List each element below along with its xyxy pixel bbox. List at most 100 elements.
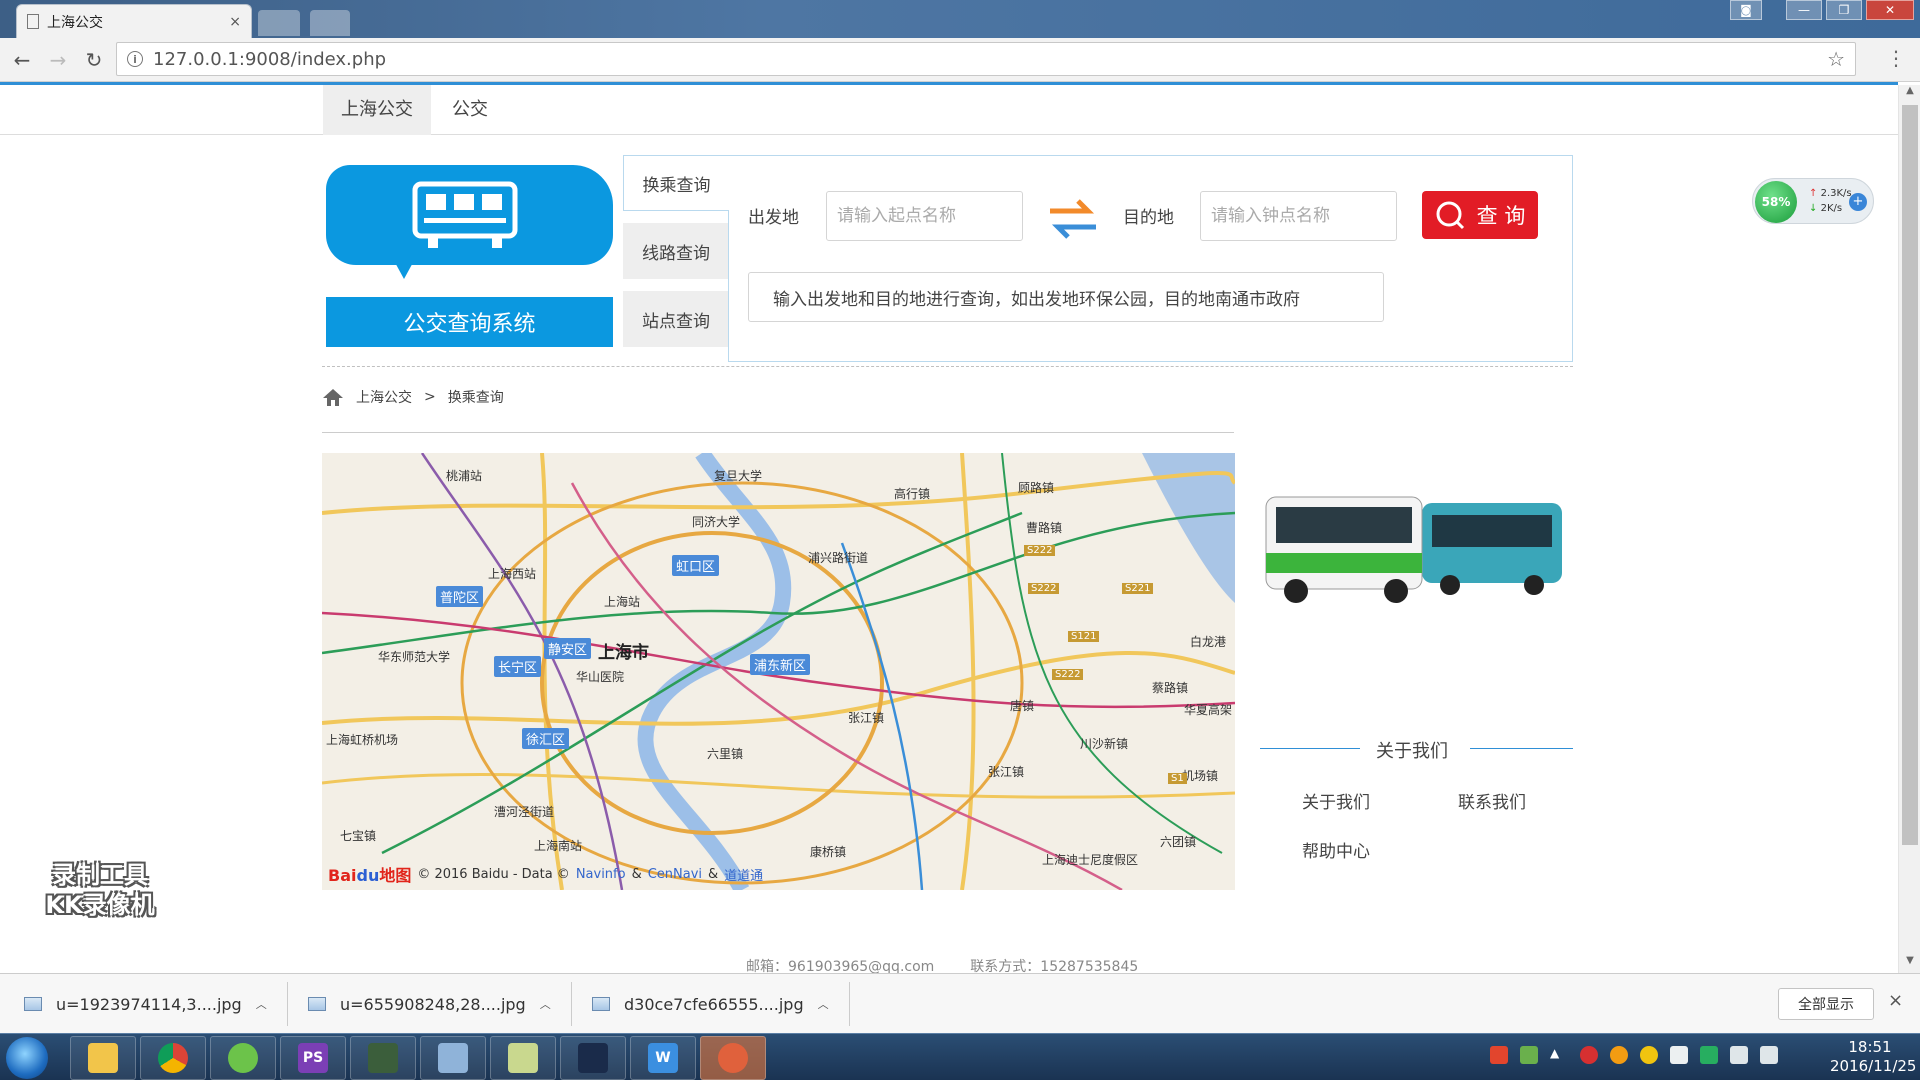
map-place: 上海南站 [534,839,583,853]
contact-us-link[interactable]: 联系我们 [1458,788,1526,813]
about-title: 关于我们 [1376,741,1448,762]
security-icon[interactable] [1580,1046,1598,1064]
explorer-taskbar-icon[interactable] [70,1036,136,1080]
control-panel-taskbar-icon[interactable] [420,1036,486,1080]
map-district: 虹口区 [672,555,720,576]
start-button[interactable] [6,1037,48,1079]
tab-route-query[interactable]: 线路查询 [623,223,729,279]
phpstorm-taskbar-icon[interactable]: PS [280,1036,346,1080]
about-us-link[interactable]: 关于我们 [1302,788,1370,813]
baidu-map-logo[interactable]: Baidu地图 [328,862,411,886]
chevron-up-icon[interactable]: ︿ [818,996,829,1012]
home-icon[interactable] [322,387,344,407]
chevron-up-icon[interactable]: ︿ [540,996,551,1012]
chrome-menu-icon[interactable]: ⋮ [1886,46,1906,70]
download-bar: u=1923974114,3....jpg ︿ u=655908248,28..… [0,973,1920,1033]
recorder-taskbar-icon[interactable] [700,1036,766,1080]
breadcrumb-home[interactable]: 上海公交 [356,387,412,407]
tab-station-query[interactable]: 站点查询 [623,291,729,347]
map-place: 同济大学 [692,515,741,529]
page-scrollbar[interactable]: ▲ ▼ [1898,85,1920,973]
baidu-map[interactable]: 上海市 虹口区 普陀区 静安区 长宁区 浦东新区 徐汇区 桃浦站 复旦大学 同济… [322,453,1235,890]
map-place: 川沙新镇 [1080,737,1129,751]
reload-icon[interactable]: ↻ [76,42,112,78]
maximize-button[interactable]: ❐ [1826,0,1862,20]
map-provider-link[interactable]: CenNavi [648,867,702,882]
bookmark-star-icon[interactable]: ☆ [1827,47,1845,71]
map-district: 普陀区 [436,586,484,607]
browser-tab[interactable]: 上海公交 × [16,4,252,38]
helper-icon[interactable] [1640,1046,1658,1064]
qq-icon[interactable] [1610,1046,1628,1064]
info-icon[interactable]: i [127,51,143,67]
swap-icon[interactable] [1046,197,1100,241]
breadcrumb-separator: > [424,389,436,405]
show-all-downloads-button[interactable]: 全部显示 [1778,988,1874,1020]
about-divider-left [1260,748,1360,749]
download-filename[interactable]: d30ce7cfe66555....jpg [624,995,804,1014]
tab-transfer-query[interactable]: 换乘查询 [623,155,729,211]
battery-icon[interactable] [1520,1046,1538,1064]
map-place: 张江镇 [848,711,885,725]
to-input[interactable] [1200,191,1397,241]
address-bar[interactable]: i 127.0.0.1:9008/index.php ☆ [116,42,1856,76]
download-filename[interactable]: u=655908248,28....jpg [340,995,526,1014]
user-icon[interactable]: ◙ [1730,0,1762,20]
close-download-bar-icon[interactable]: × [1888,990,1903,1011]
about-divider-right [1470,748,1573,749]
net-plus-icon[interactable]: + [1849,193,1867,211]
map-road-shield: S1 [1168,773,1187,784]
network-signal-icon[interactable] [1730,1046,1748,1064]
map-credit: Baidu地图 © 2016 Baidu - Data © Navinfo & … [328,862,763,886]
close-window-button[interactable]: ✕ [1866,0,1914,20]
tab-close-icon[interactable]: × [229,14,241,30]
map-road-shield: S222 [1028,583,1060,594]
scroll-thumb[interactable] [1902,105,1918,845]
browser-taskbar-icon[interactable] [210,1036,276,1080]
scroll-down-icon[interactable]: ▼ [1899,955,1920,973]
from-input[interactable] [826,191,1023,241]
download-item[interactable]: d30ce7cfe66555....jpg ︿ [592,982,850,1026]
map-district: 徐汇区 [522,728,570,749]
url-text[interactable]: 127.0.0.1:9008/index.php [153,49,1827,70]
search-button[interactable]: 查 询 [1422,191,1538,239]
map-provider-link[interactable]: 道道通 [724,865,763,884]
volume-icon[interactable] [1760,1046,1778,1064]
to-label: 目的地 [1123,208,1174,228]
map-place: 张江镇 [988,765,1025,779]
new-tab-button[interactable] [258,10,300,36]
back-icon[interactable]: ← [4,42,40,78]
nav-item-shanghai-bus[interactable]: 上海公交 [323,85,431,135]
paint-taskbar-icon[interactable] [490,1036,556,1080]
map-road-shield: S221 [1122,583,1154,594]
forward-icon[interactable]: → [40,42,76,78]
download-filename[interactable]: u=1923974114,3....jpg [56,995,242,1014]
help-center-link[interactable]: 帮助中心 [1302,837,1370,862]
sogou-icon[interactable] [1490,1046,1508,1064]
browser-toolbar: ← → ↻ i 127.0.0.1:9008/index.php ☆ ⋮ [0,38,1920,82]
download-item[interactable]: u=1923974114,3....jpg ︿ [24,982,288,1026]
tray-expand-icon[interactable]: ▲ [1550,1046,1568,1064]
map-place: 顾路镇 [1018,481,1055,495]
page-icon [27,14,39,29]
map-provider-link[interactable]: Navinfo [576,867,626,882]
minimize-button[interactable]: — [1786,0,1822,20]
network-speed-widget[interactable]: 58% ↑ 2.3K/s ↓ 2K/s + [1752,178,1874,224]
map-place: 七宝镇 [340,829,377,843]
wps-taskbar-icon[interactable]: W [630,1036,696,1080]
device-icon[interactable] [1670,1046,1688,1064]
breadcrumb-divider [322,432,1234,433]
clock-time: 18:51 [1848,1038,1892,1056]
taskbar-clock[interactable]: 18:51 2016/11/25 [1830,1038,1916,1076]
map-place: 复旦大学 [714,469,763,483]
monitor-icon[interactable] [1700,1046,1718,1064]
terminal-taskbar-icon[interactable] [350,1036,416,1080]
scroll-up-icon[interactable]: ▲ [1899,85,1920,103]
chevron-up-icon[interactable]: ︿ [256,996,267,1012]
map-district: 长宁区 [494,656,542,677]
download-item[interactable]: u=655908248,28....jpg ︿ [308,982,572,1026]
nav-item-bus[interactable]: 公交 [434,85,506,135]
map-copyright: © 2016 Baidu - Data © [417,866,570,882]
media-taskbar-icon[interactable] [560,1036,626,1080]
chrome-taskbar-icon[interactable] [140,1036,206,1080]
